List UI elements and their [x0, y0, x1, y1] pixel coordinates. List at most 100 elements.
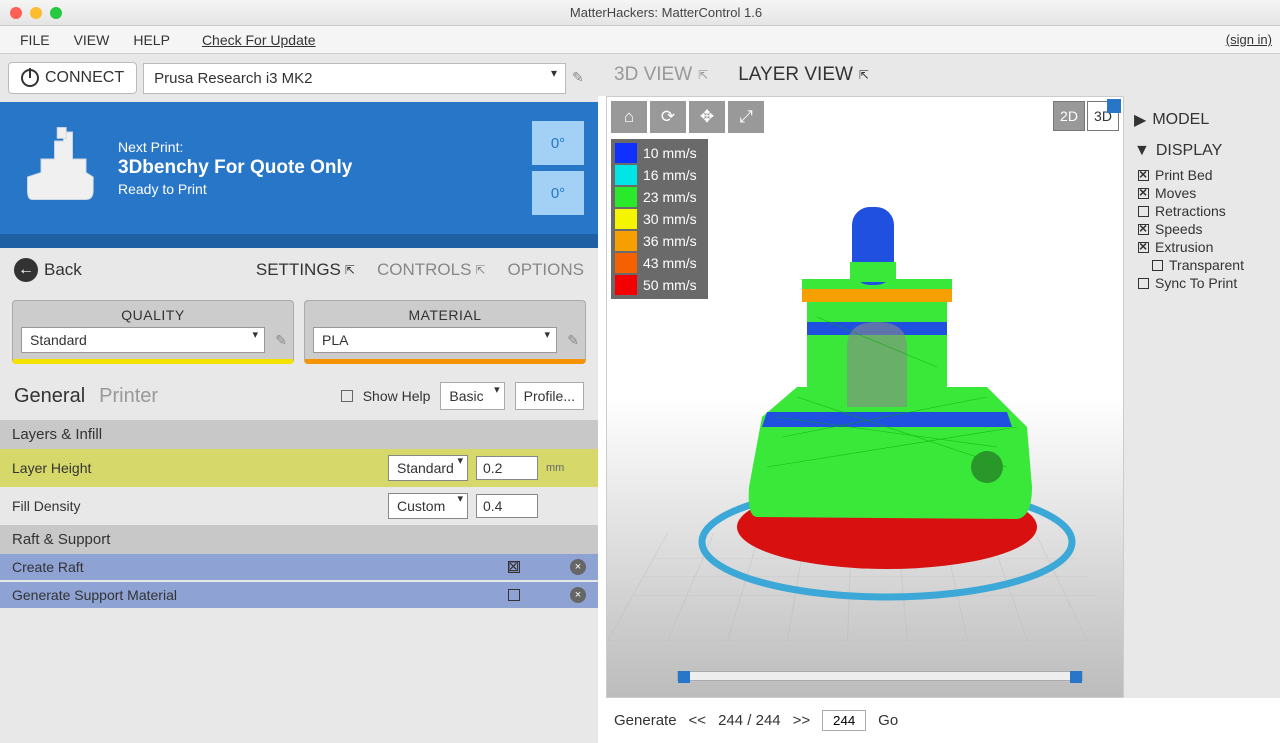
display-options-panel: ▶ MODEL ▼ DISPLAY Print BedMovesRetracti…: [1124, 96, 1280, 698]
menu-help[interactable]: HELP: [121, 28, 182, 52]
checkbox-icon[interactable]: [1138, 242, 1149, 253]
show-help-label: Show Help: [363, 388, 431, 404]
viewport[interactable]: ⌂ ⟳ ✥ ⤢ 2D 3D 10 mm/s16 mm/s23 mm/s30 mm…: [606, 96, 1124, 698]
minimize-window-icon[interactable]: [30, 7, 42, 19]
maximize-window-icon[interactable]: [50, 7, 62, 19]
row-create-raft: Create Raft ×: [0, 554, 598, 580]
tab-general[interactable]: General: [14, 385, 85, 408]
display-option[interactable]: Extrusion: [1138, 238, 1270, 256]
checkbox-icon[interactable]: [1152, 260, 1163, 271]
popout-icon: ⇱: [475, 263, 485, 277]
generate-button[interactable]: Generate: [614, 712, 677, 729]
next-print-label: Next Print:: [118, 139, 532, 155]
zoom-icon[interactable]: ⤢: [728, 101, 764, 133]
model-section-header[interactable]: ▶ MODEL: [1134, 104, 1270, 136]
layer-height-preset[interactable]: Standard: [388, 455, 468, 481]
checkbox-icon[interactable]: [1138, 278, 1149, 289]
display-section-header[interactable]: ▼ DISPLAY: [1134, 136, 1270, 166]
tab-options[interactable]: OPTIONS: [507, 260, 584, 280]
row-layer-height: Layer Height Standard 0.2 mm: [0, 449, 598, 487]
profile-button[interactable]: Profile...: [515, 382, 584, 410]
home-view-icon[interactable]: ⌂: [611, 101, 647, 133]
rotate-icon[interactable]: ⟳: [650, 101, 686, 133]
legend-row: 36 mm/s: [614, 230, 705, 252]
checkbox-icon[interactable]: [1138, 206, 1149, 217]
printer-select[interactable]: Prusa Research i3 MK2: [143, 63, 566, 94]
layer-input[interactable]: [822, 710, 866, 731]
popout-icon: ⇱: [859, 68, 869, 82]
legend-label: 10 mm/s: [643, 145, 697, 161]
progress-bar: [0, 234, 598, 248]
tab-controls[interactable]: CONTROLS⇱: [377, 260, 486, 280]
reset-raft-icon[interactable]: ×: [570, 559, 586, 575]
legend-label: 43 mm/s: [643, 255, 697, 271]
benchy-icon: [14, 123, 104, 213]
legend-row: 23 mm/s: [614, 186, 705, 208]
row-fill-density: Fill Density Custom 0.4: [0, 487, 598, 525]
next-layer-button[interactable]: >>: [793, 712, 811, 729]
edit-printer-icon[interactable]: ✎: [572, 69, 590, 87]
display-option-label: Retractions: [1155, 203, 1226, 219]
connect-label: CONNECT: [45, 69, 124, 87]
print-status: Ready to Print: [118, 181, 532, 197]
display-option[interactable]: Retractions: [1138, 202, 1270, 220]
back-button[interactable]: ← Back: [14, 258, 82, 282]
print-name: 3Dbenchy For Quote Only: [118, 157, 532, 179]
tab-layer-view[interactable]: LAYER VIEW⇱: [738, 64, 869, 86]
legend-row: 10 mm/s: [614, 142, 705, 164]
move-icon[interactable]: ✥: [689, 101, 725, 133]
hotend-temp[interactable]: 0°: [532, 121, 584, 165]
close-window-icon[interactable]: [10, 7, 22, 19]
menu-view[interactable]: VIEW: [62, 28, 122, 52]
layer-slider-horizontal[interactable]: [677, 671, 1083, 681]
material-select[interactable]: PLA: [313, 327, 557, 353]
tab-settings[interactable]: SETTINGS⇱: [256, 260, 355, 280]
generate-support-checkbox[interactable]: [508, 589, 520, 601]
reset-support-icon[interactable]: ×: [570, 587, 586, 603]
mode-2d-button[interactable]: 2D: [1053, 101, 1085, 131]
display-option-label: Sync To Print: [1155, 275, 1237, 291]
edit-material-icon[interactable]: ✎: [567, 332, 579, 349]
level-select[interactable]: Basic: [440, 382, 504, 410]
display-option[interactable]: Speeds: [1138, 220, 1270, 238]
display-option-label: Extrusion: [1155, 239, 1213, 255]
display-option-label: Speeds: [1155, 221, 1202, 237]
legend-swatch: [615, 231, 637, 251]
checkbox-icon[interactable]: [1138, 224, 1149, 235]
display-option[interactable]: Sync To Print: [1138, 274, 1270, 292]
create-raft-checkbox[interactable]: [508, 561, 520, 573]
go-button[interactable]: Go: [878, 712, 898, 729]
tab-printer[interactable]: Printer: [99, 385, 158, 408]
legend-swatch: [615, 209, 637, 229]
show-help-checkbox[interactable]: [341, 390, 353, 402]
edit-quality-icon[interactable]: ✎: [275, 332, 287, 349]
display-option[interactable]: Transparent: [1152, 256, 1270, 274]
model-render: [687, 167, 1087, 607]
legend-swatch: [615, 187, 637, 207]
checkbox-icon[interactable]: [1138, 170, 1149, 181]
menu-file[interactable]: FILE: [8, 28, 62, 52]
prev-layer-button[interactable]: <<: [689, 712, 707, 729]
row-generate-support: Generate Support Material ×: [0, 582, 598, 608]
menubar: FILE VIEW HELP Check For Update (sign in…: [0, 26, 1280, 54]
tab-3d-view[interactable]: 3D VIEW⇱: [614, 64, 708, 86]
connect-button[interactable]: CONNECT: [8, 62, 137, 94]
sign-in-link[interactable]: (sign in): [1226, 32, 1272, 47]
check-update-link[interactable]: Check For Update: [202, 32, 316, 48]
quality-select[interactable]: Standard: [21, 327, 265, 353]
fill-density-input[interactable]: 0.4: [476, 494, 538, 518]
legend-label: 50 mm/s: [643, 277, 697, 293]
display-option[interactable]: Moves: [1138, 184, 1270, 202]
layer-slider-vertical[interactable]: [1107, 99, 1121, 641]
section-layers-infill: Layers & Infill: [0, 420, 598, 449]
bed-temp[interactable]: 0°: [532, 171, 584, 215]
legend-label: 36 mm/s: [643, 233, 697, 249]
back-arrow-icon: ←: [14, 258, 38, 282]
checkbox-icon[interactable]: [1138, 188, 1149, 199]
legend-label: 23 mm/s: [643, 189, 697, 205]
legend-swatch: [615, 165, 637, 185]
fill-density-preset[interactable]: Custom: [388, 493, 468, 519]
layer-height-input[interactable]: 0.2: [476, 456, 538, 480]
chevron-down-icon: ▼: [1134, 142, 1150, 160]
display-option[interactable]: Print Bed: [1138, 166, 1270, 184]
